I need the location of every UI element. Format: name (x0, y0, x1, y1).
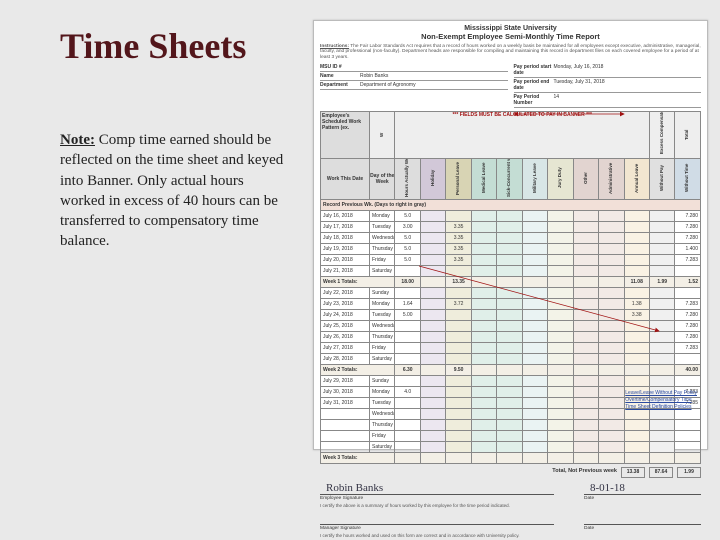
table-row: July 27, 2018Friday7.283 (321, 342, 701, 353)
note-label: Note: (60, 132, 95, 148)
table-row: Thursday (321, 419, 701, 430)
slide-title: Time Sheets (60, 25, 246, 67)
table-row: July 16, 2018Monday5.07.280 (321, 210, 701, 221)
table-row: July 22, 2018Sunday (321, 287, 701, 298)
cert-text-1: I certify the above is a summary of hour… (320, 503, 701, 508)
employee-signature: Robin Banks (320, 482, 554, 495)
table-row: Saturday (321, 441, 701, 452)
table-row: July 26, 2018Thursday7.280 (321, 331, 701, 342)
form-title: Non-Exempt Employee Semi-Monthly Time Re… (320, 32, 701, 41)
table-row: July 17, 2018Tuesday3.003.357.280 (321, 221, 701, 232)
note-body: Comp time earned should be reflected on … (60, 132, 283, 249)
table-row: July 23, 2018Monday1.643.721.387.283 (321, 298, 701, 309)
table-row: July 28, 2018Saturday (321, 353, 701, 364)
table-row: July 19, 2018Thursday5.03.351.400 (321, 243, 701, 254)
grand-total: Total, Not Previous week 13.38 87.64 1.9… (320, 467, 701, 478)
policy-link[interactable]: Leave/Leave Without Pay Policy (625, 390, 697, 396)
instructions: Instructions: The Fair Labor Standards A… (320, 44, 701, 60)
policy-link[interactable]: Time Sheet Definition Policies (625, 404, 697, 410)
table-row: July 29, 2018Sunday (321, 375, 701, 386)
table-row: July 25, 2018Wednesday7.280 (321, 320, 701, 331)
policy-link[interactable]: Overtime/Compensatory Time (625, 397, 697, 403)
manager-signature-row: Manager Signature Date (320, 512, 701, 531)
table-row: July 20, 2018Friday5.03.357.283 (321, 254, 701, 265)
table-row: July 24, 2018Tuesday5.003.387.280 (321, 309, 701, 320)
note-block: Note: Comp time earned should be reflect… (60, 130, 285, 252)
meta-block: MSU ID #NameRobin BanksDepartmentDepartm… (320, 63, 701, 108)
table-row: Friday (321, 430, 701, 441)
timesheet-document: Mississippi State University Non-Exempt … (313, 20, 708, 450)
table-row: July 21, 2018Saturday (321, 265, 701, 276)
policy-links: Leave/Leave Without Pay PolicyOvertime/C… (625, 389, 697, 411)
employee-signature-row: Robin Banks Employee Signature 8-01-18 D… (320, 482, 701, 501)
table-row: July 18, 2018Wednesday5.03.357.280 (321, 232, 701, 243)
cert-text-2: I certify the hours worked and used on t… (320, 533, 701, 538)
org-name: Mississippi State University (320, 25, 701, 32)
signature-date: 8-01-18 (584, 482, 701, 495)
